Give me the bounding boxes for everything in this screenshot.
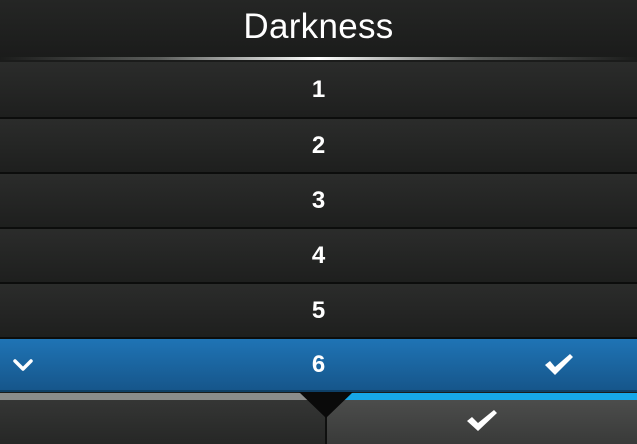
option-row-2[interactable]: 2	[0, 119, 637, 174]
option-row-4[interactable]: 4	[0, 229, 637, 284]
option-row-6-selected[interactable]: 6	[0, 339, 637, 392]
title-underline	[0, 57, 637, 60]
option-label: 1	[311, 75, 326, 103]
header-bar: Darkness	[0, 0, 637, 60]
option-label: 4	[311, 241, 326, 269]
option-row-5[interactable]: 5	[0, 284, 637, 339]
ok-button[interactable]	[327, 393, 637, 444]
chevron-down-icon	[12, 358, 34, 372]
check-icon	[465, 408, 499, 434]
back-button[interactable]	[0, 393, 325, 444]
option-row-3[interactable]: 3	[0, 174, 637, 229]
option-row-1[interactable]: 1	[0, 62, 637, 119]
option-label: 6	[311, 350, 326, 378]
check-icon	[543, 352, 575, 378]
option-label: 5	[311, 296, 326, 324]
option-label: 3	[311, 186, 326, 214]
pointer-triangle-icon	[299, 392, 353, 418]
darkness-screen: Darkness 1 2 3 4 5 6	[0, 0, 637, 444]
page-title: Darkness	[243, 7, 394, 46]
darkness-option-list: 1 2 3 4 5 6	[0, 62, 637, 392]
option-label: 2	[311, 131, 326, 159]
